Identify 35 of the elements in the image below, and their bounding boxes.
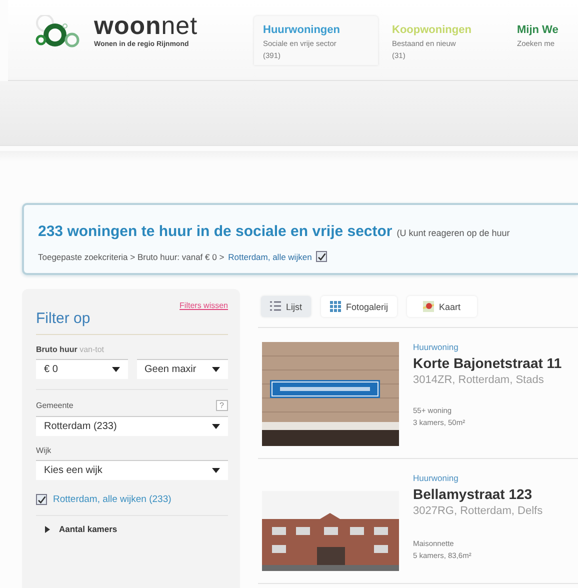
list-icon [270,301,281,312]
field-label: Gemeente [36,401,74,410]
caret-icon [212,468,220,473]
listing-title[interactable]: Korte Bajonetstraat 11 [413,355,562,371]
field-label: Wijk [36,446,52,455]
dropdown[interactable]: € 0 [36,359,128,379]
dropdown[interactable]: Rotterdam (233) [36,416,228,436]
listing-address: 3014ZR, Rotterdam, Stads [413,374,545,386]
logo-icon [33,14,80,48]
view-tab[interactable]: Kaart [407,296,477,317]
section-toggle[interactable]: Aantal kamers [59,524,118,534]
caret-icon [212,367,220,372]
caret-icon [212,424,220,429]
dropdown[interactable]: Kies een wijk [36,460,228,480]
listing-title[interactable]: Bellamystraat 123 [413,486,543,502]
listing-address: 3027RG, Rotterdam, Delfs [413,505,543,517]
checkbox[interactable] [36,494,47,505]
map-icon [423,301,434,312]
dropdown[interactable]: Geen maxir [136,359,228,379]
view-tab[interactable]: Lijst [261,296,312,317]
criteria-link[interactable]: Rotterdam, alle wijken [228,252,312,262]
clear-filters-link[interactable]: Filters wissen [36,301,228,310]
checkbox[interactable] [316,251,327,262]
panel-heading: Filter op [36,310,228,335]
logo-name: woonnet [94,14,198,39]
help-button[interactable]: ? [216,400,228,411]
field-label: Bruto huur van-tot [36,345,104,354]
caret-icon [112,367,120,372]
listing-type: Huurwoning [413,342,460,352]
grid-icon [330,301,342,312]
results-heading: 233 woningen te huur in de sociale en vrije sector [38,223,392,240]
view-tab[interactable]: Fotogalerij [321,296,398,317]
listing-type: Huurwoning [413,473,460,483]
criteria-text: Toegepaste zoekcriteria > Bruto huur: vanaf € 0 > [38,252,224,262]
note: (U kunt reageren op de huur [396,228,510,238]
